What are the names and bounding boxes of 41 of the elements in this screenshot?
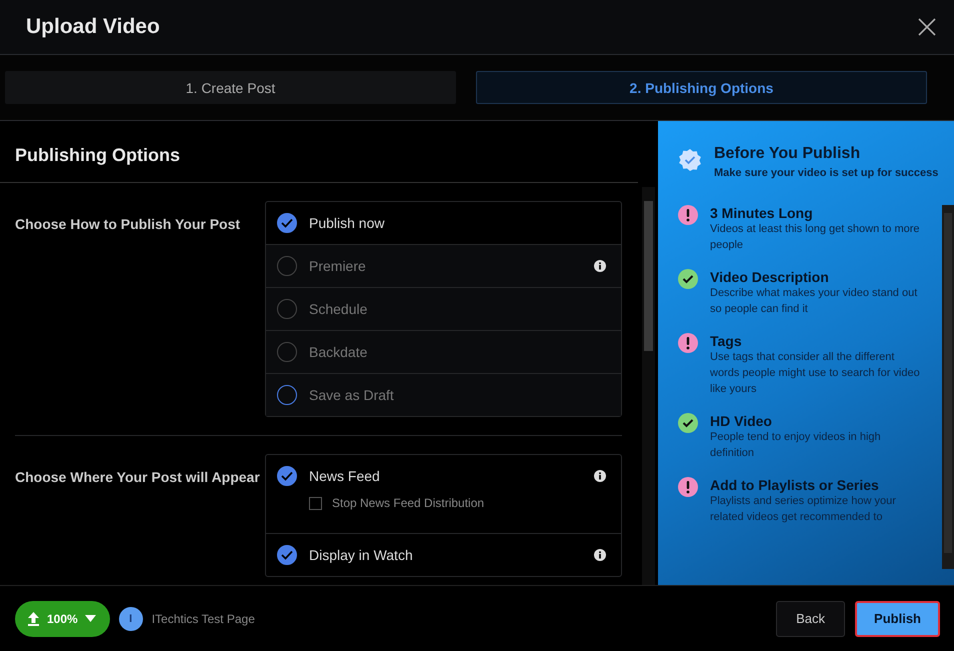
checkbox[interactable] [309, 496, 322, 510]
close-icon[interactable] [918, 18, 936, 36]
info-icon[interactable] [594, 549, 606, 561]
page-avatar: I [118, 606, 143, 630]
checklist-item-text: Playlists and series optimize how your related videos get recommended to [710, 494, 897, 525]
verified-badge-icon [678, 148, 702, 172]
placement-label: News Feed [309, 468, 381, 484]
check-icon [281, 550, 293, 560]
checklist-title: Before You Publish [714, 145, 862, 163]
section-title: Publishing Options [0, 121, 638, 183]
step-tab[interactable]: 2. Publishing Options [476, 71, 927, 104]
checkbox[interactable] [277, 466, 297, 486]
checklist-item-text: Use tags that consider all the different words people might use to search for video like yours [710, 350, 921, 397]
scrollbar[interactable] [942, 205, 954, 569]
checklist-item-text: Videos at least this long get shown to more people [710, 222, 921, 253]
checklist-item-title: HD Video [710, 413, 773, 429]
section-label: Choose Where Your Post will Appear [15, 468, 261, 487]
page-name: ITechtics Test Page [152, 612, 255, 626]
checkbox[interactable] [277, 545, 297, 565]
checklist-subtitle: Make sure your video is set up for success [714, 167, 938, 179]
checklist-item-text: People tend to enjoy videos in high definition [710, 430, 882, 461]
publish-button[interactable]: Publish [855, 600, 940, 636]
checklist-item-title: 3 Minutes Long [710, 205, 814, 221]
checkbox-label: Stop News Feed Distribution [332, 496, 484, 510]
placement-label: Display in Watch [309, 547, 414, 563]
step-tab[interactable]: 1. Create Post [5, 71, 456, 104]
upload-icon [27, 611, 40, 626]
caret-icon [84, 615, 96, 622]
checklist-item-title: Tags [710, 333, 743, 349]
info-icon[interactable] [594, 470, 606, 482]
radio-button[interactable] [277, 213, 297, 233]
checklist-item-title: Video Description [710, 269, 830, 285]
checklist-item-title: Add to Playlists or Series [710, 477, 880, 493]
section-label: Choose How to Publish Your Post [15, 215, 242, 234]
checklist-item-text: Describe what makes your video stand out so people can find it [710, 286, 918, 317]
upload-progress-button[interactable]: 100% [15, 600, 110, 636]
check-icon [281, 471, 293, 481]
check-icon [281, 218, 293, 228]
back-button[interactable]: Back [776, 600, 846, 636]
window-title: Upload Video [26, 15, 160, 39]
scrollbar[interactable] [642, 187, 655, 585]
